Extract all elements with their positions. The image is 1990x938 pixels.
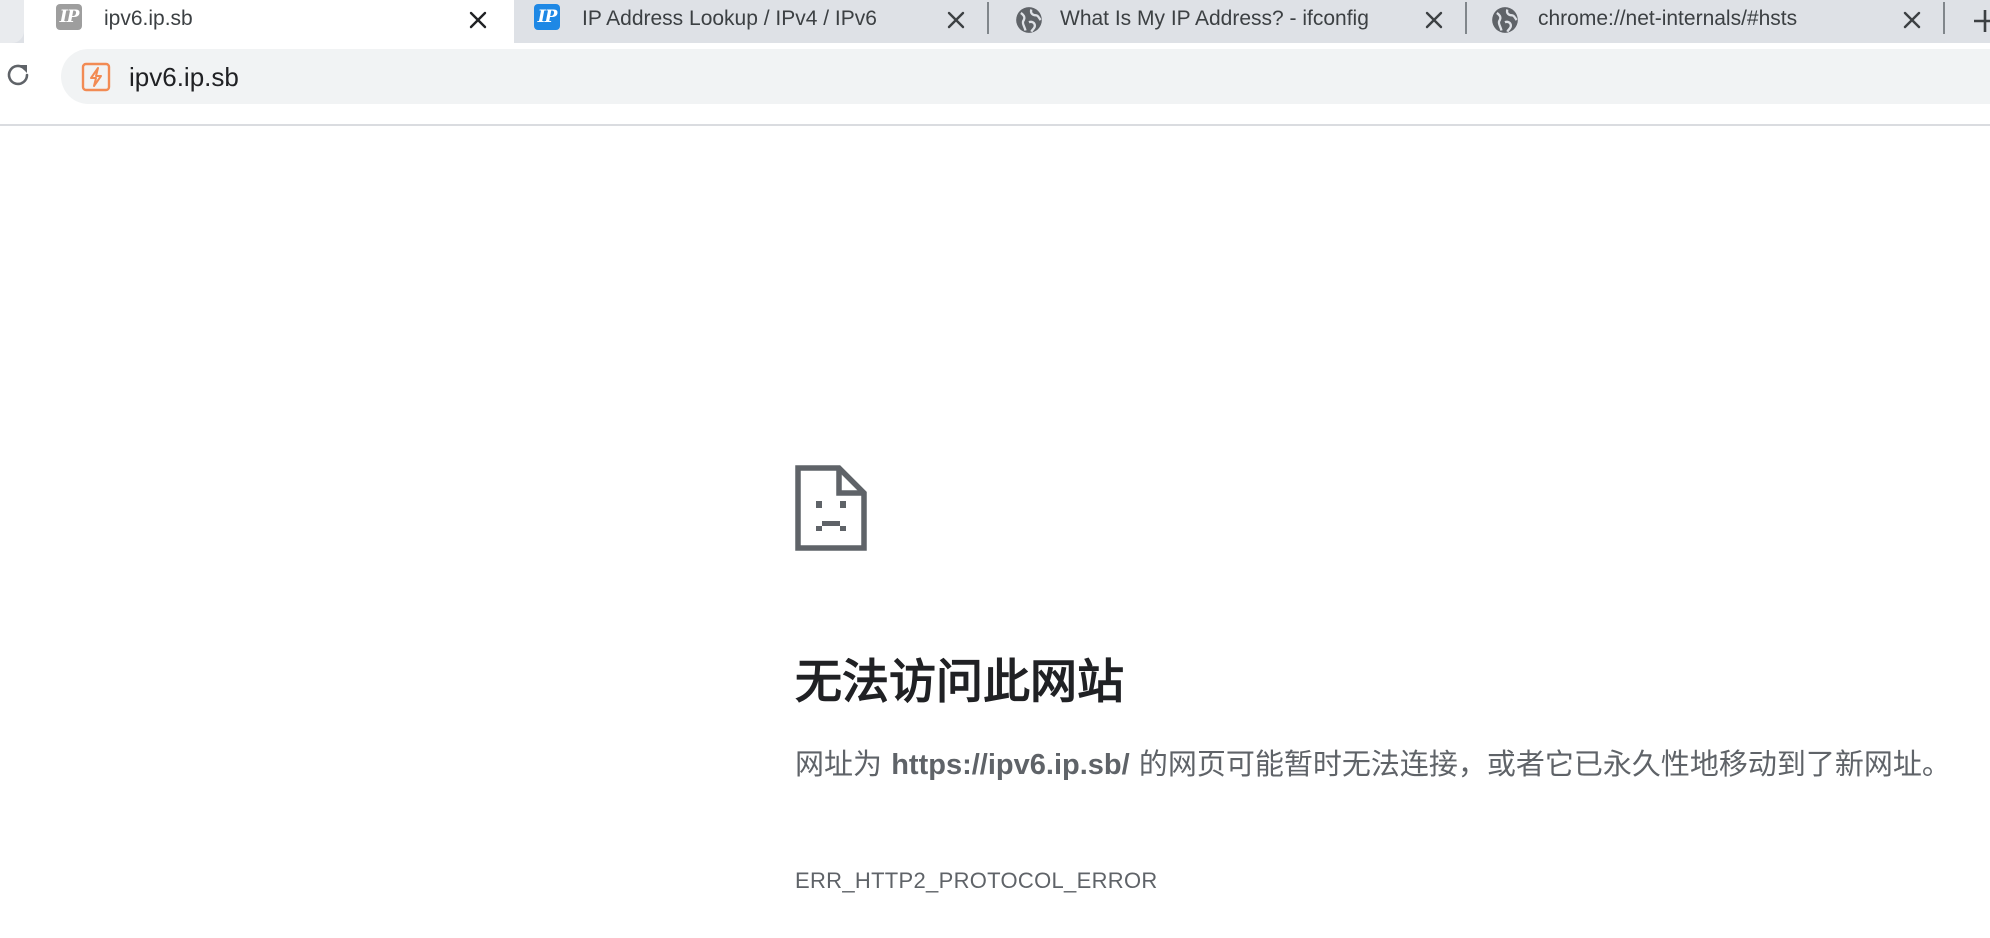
url-text[interactable]: ipv6.ip.sb (129, 62, 239, 93)
bolt-site-icon[interactable] (81, 62, 111, 92)
error-desc-suffix: 的网页可能暂时无法连接，或者它已永久性地移动到了新网址。 (1129, 747, 1951, 781)
tab-separator (1943, 2, 1945, 34)
address-bar[interactable]: ipv6.ip.sb (61, 49, 1990, 104)
close-icon[interactable] (946, 10, 966, 30)
tab-title: ipv6.ip.sb (104, 7, 193, 30)
tab-ip-address-lookup[interactable]: IP IP Address Lookup / IPv4 / IPv6 (514, 0, 986, 43)
close-icon[interactable] (468, 10, 488, 30)
tab-title: What Is My IP Address? - ifconfig (1060, 7, 1369, 30)
ip-sb-logo-blue-icon: IP (534, 4, 560, 30)
ip-sb-logo-gray-icon: IP (56, 4, 82, 30)
new-tab-plus-icon[interactable] (1972, 8, 1990, 34)
error-description: 网址为 https://ipv6.ip.sb/ 的网页可能暂时无法连接，或者它已… (795, 740, 1955, 789)
globe-icon (1016, 7, 1042, 33)
tab-separator (1465, 2, 1467, 34)
tab-net-internals[interactable]: chrome://net-internals/#hsts (1468, 0, 1942, 43)
tab-strip-edge (0, 0, 24, 43)
error-code: ERR_HTTP2_PROTOCOL_ERROR (795, 868, 1158, 893)
tab-ipv6-ip-sb[interactable]: IP ipv6.ip.sb (24, 0, 514, 43)
sad-page-icon (795, 465, 867, 551)
tab-what-is-my-ip[interactable]: What Is My IP Address? - ifconfig (990, 0, 1466, 43)
browser-toolbar: ipv6.ip.sb (0, 43, 1990, 126)
error-desc-prefix: 网址为 (795, 747, 892, 781)
close-icon[interactable] (1902, 10, 1922, 30)
reload-icon[interactable] (4, 61, 32, 89)
globe-icon (1492, 7, 1518, 33)
tab-separator (987, 2, 989, 34)
favicon-text: IP (537, 7, 558, 27)
tab-title: IP Address Lookup / IPv4 / IPv6 (582, 7, 877, 30)
close-icon[interactable] (1424, 10, 1444, 30)
tab-strip: IP ipv6.ip.sb IP IP Address Lookup / IPv… (0, 0, 1990, 43)
error-url: https://ipv6.ip.sb/ (891, 749, 1130, 781)
favicon-text: IP (59, 7, 80, 27)
tab-title: chrome://net-internals/#hsts (1538, 7, 1798, 30)
error-heading: 无法访问此网站 (795, 655, 1124, 710)
